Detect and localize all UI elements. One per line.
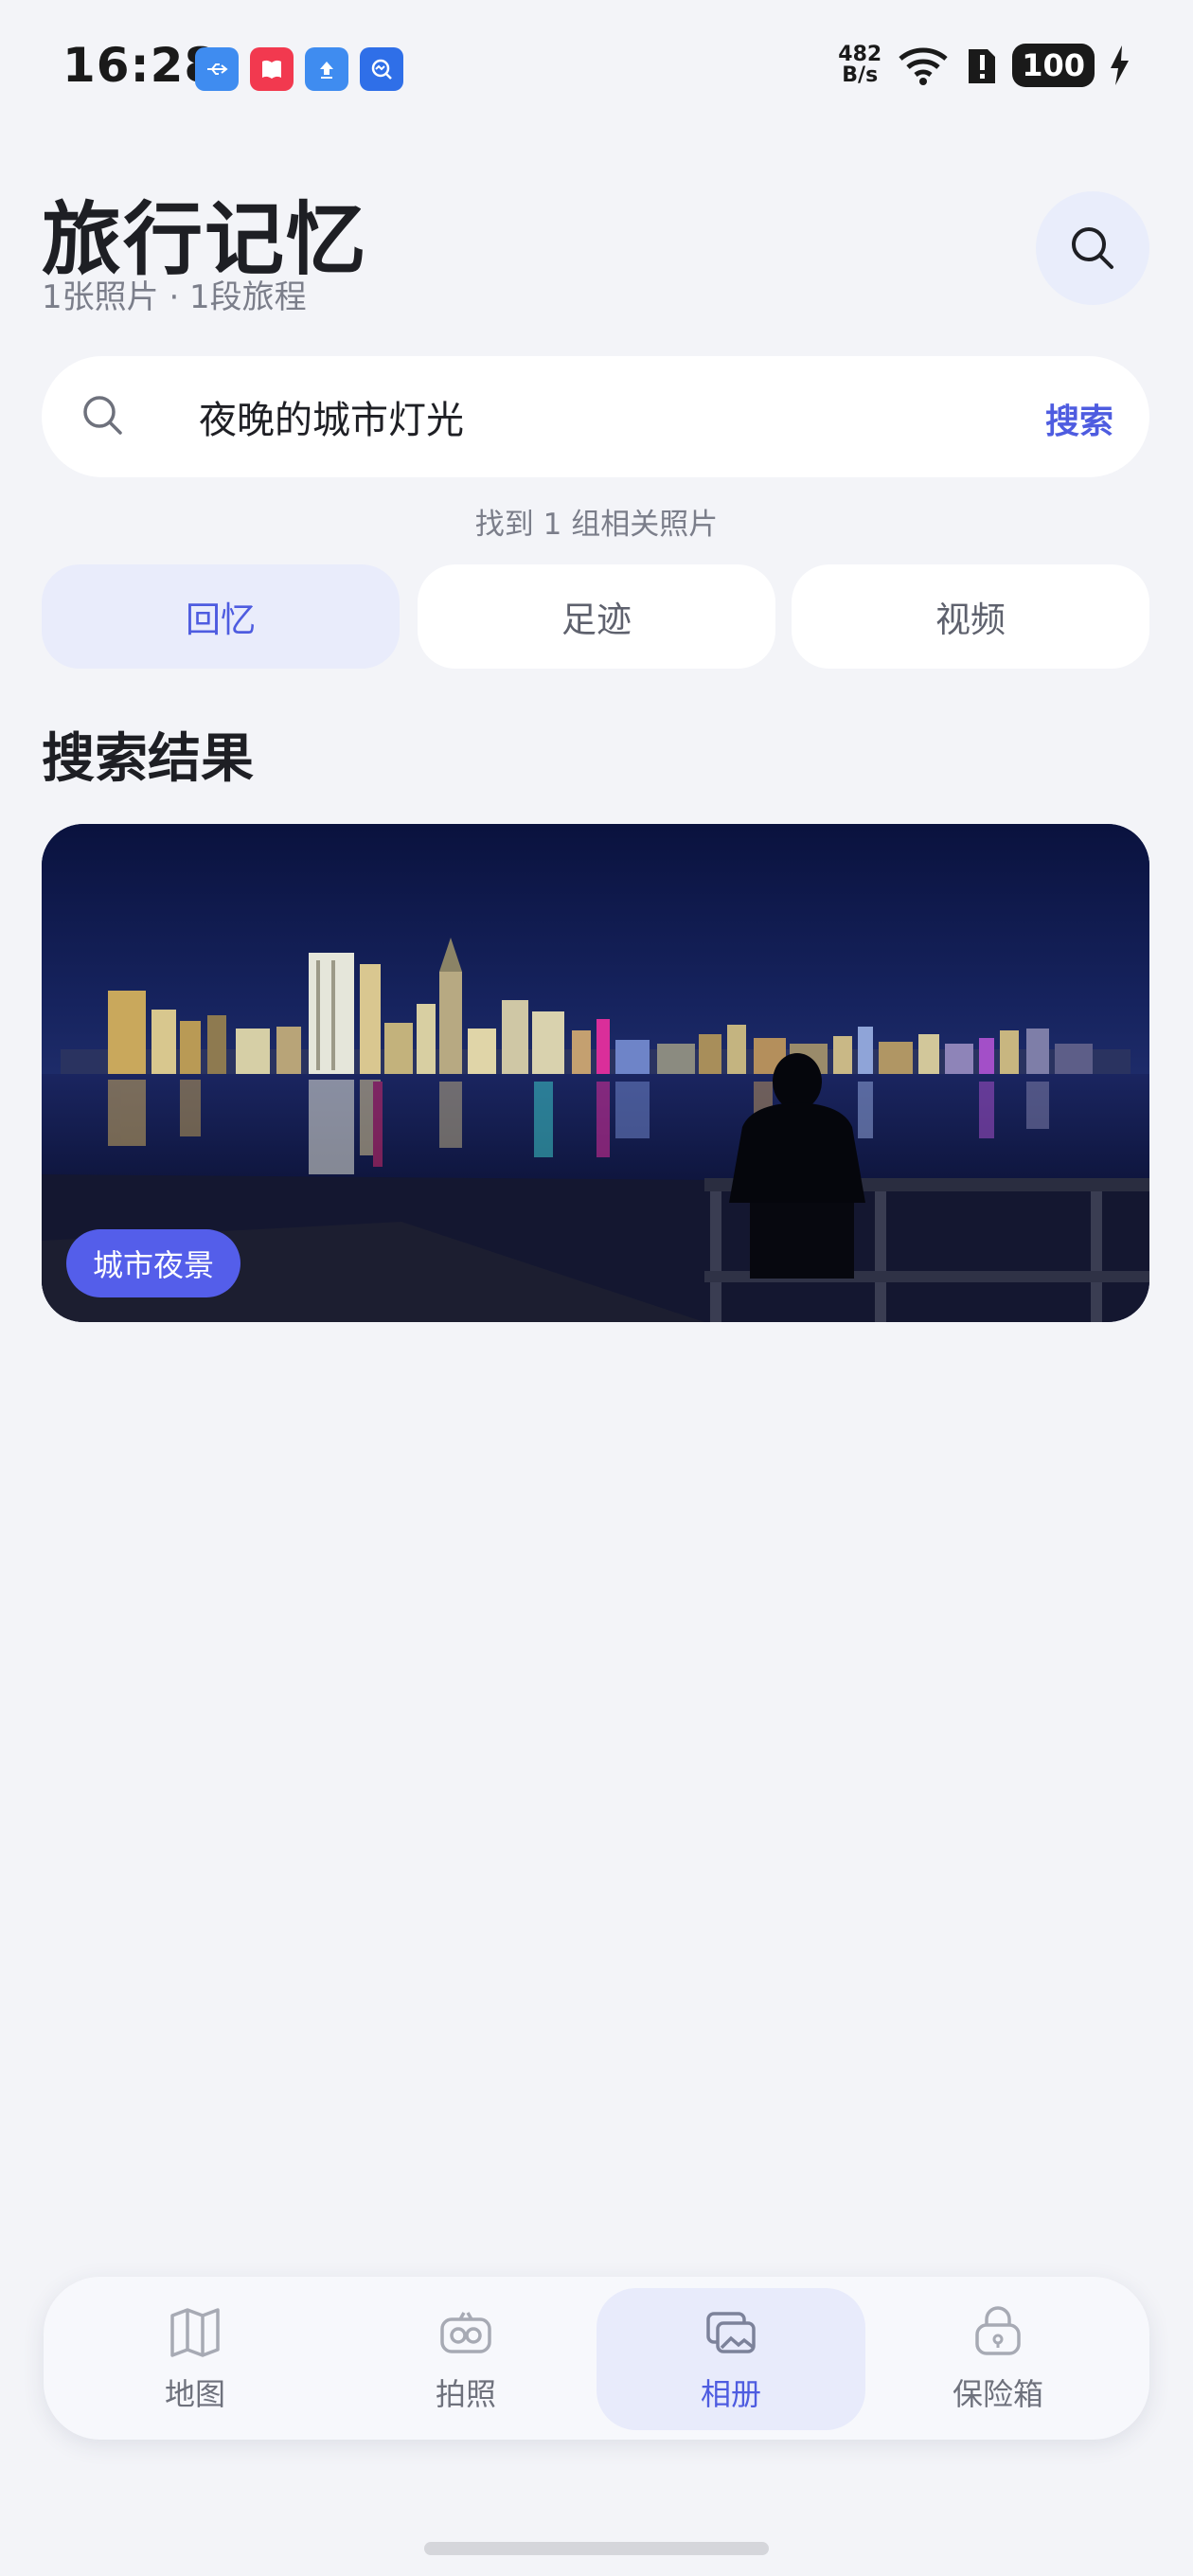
wifi-icon xyxy=(899,47,948,85)
nav-item-map[interactable]: 地图 xyxy=(61,2288,329,2430)
result-card[interactable]: 城市夜景 xyxy=(42,824,1149,1322)
nav-item-camera[interactable]: 拍照 xyxy=(331,2288,600,2430)
battery-indicator: 100 xyxy=(1012,44,1095,87)
nav-item-label: 相册 xyxy=(700,2376,761,2412)
result-count: 找到 1 组相关照片 xyxy=(474,508,719,542)
nav-item-label: 保险箱 xyxy=(952,2376,1043,2412)
section-title: 搜索结果 xyxy=(42,728,254,790)
search-app-icon xyxy=(360,47,403,91)
safe-icon xyxy=(975,2306,1021,2355)
network-speed: 482 B/s xyxy=(838,45,881,86)
search-input[interactable] xyxy=(199,385,1032,449)
nav-item-safe[interactable]: 保险箱 xyxy=(864,2288,1132,2430)
net-speed-unit: B/s xyxy=(842,63,879,87)
camera-icon xyxy=(440,2312,491,2353)
book-icon xyxy=(250,47,294,91)
search-icon xyxy=(1072,227,1113,269)
nav-item-label: 拍照 xyxy=(435,2376,496,2412)
system-icons: 482 B/s 100 xyxy=(838,44,1131,87)
charging-icon xyxy=(1111,45,1129,85)
tab-videos[interactable]: 视频 xyxy=(792,564,1149,669)
search-bar: 搜索 xyxy=(42,356,1149,477)
album-icon xyxy=(706,2312,756,2353)
search-submit-button[interactable]: 搜索 xyxy=(1045,394,1113,443)
result-tag: 城市夜景 xyxy=(66,1229,241,1297)
header-search-button[interactable] xyxy=(1036,191,1149,305)
nav-item-album[interactable]: 相册 xyxy=(596,2288,865,2430)
tab-footprints[interactable]: 足迹 xyxy=(418,564,775,669)
bottom-nav: 地图 拍照 相册 保险箱 xyxy=(44,2277,1149,2440)
page-subtitle: 1张照片 · 1段旅程 xyxy=(42,278,307,316)
sim-alert-icon xyxy=(969,49,996,83)
upload-icon xyxy=(305,47,348,91)
net-speed-value: 482 xyxy=(838,43,882,66)
tab-memories[interactable]: 回忆 xyxy=(42,564,400,669)
notification-icons xyxy=(195,47,403,91)
usb-icon xyxy=(195,47,239,91)
status-bar: 16:28 482 B/s 100 xyxy=(0,0,1193,142)
map-icon xyxy=(170,2308,220,2357)
nav-item-label: 地图 xyxy=(164,2376,225,2412)
home-indicator[interactable] xyxy=(424,2542,769,2555)
search-icon xyxy=(83,396,122,435)
